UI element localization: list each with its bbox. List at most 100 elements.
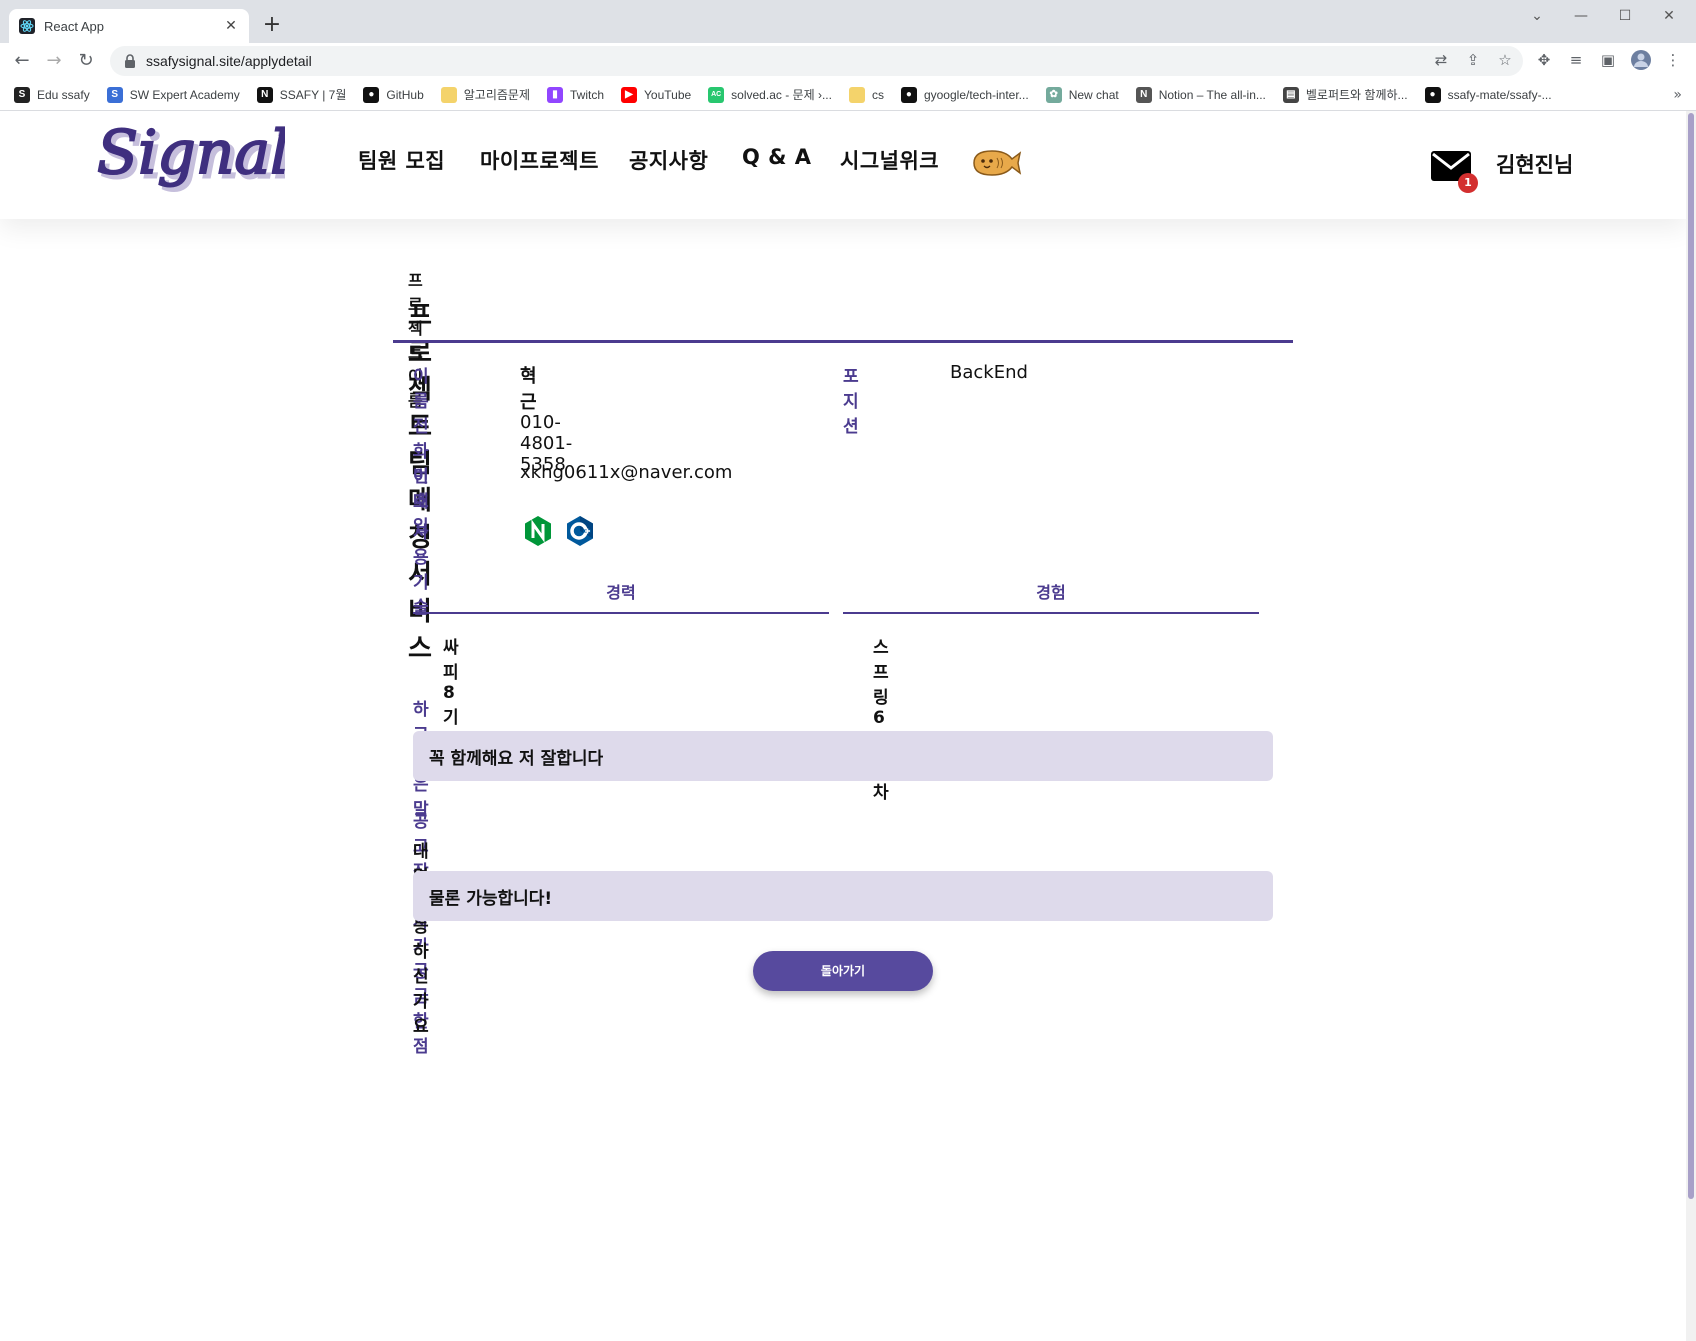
bookmark-label: New chat [1068, 87, 1119, 102]
nav-signal-week[interactable]: 시그널위크 [840, 145, 939, 175]
mail-count-badge: 1 [1458, 173, 1478, 193]
scrollbar-thumb[interactable] [1688, 113, 1694, 1199]
tab-strip: React App ✕ + ⌄ — ☐ ✕ [0, 0, 1696, 43]
bookmark-item[interactable]: ▤ 벨로퍼트와 함께하... [1282, 86, 1408, 103]
share-icon[interactable]: ⇪ [1462, 49, 1484, 71]
tab-search-icon[interactable]: ⌄ [1517, 4, 1557, 28]
page-scrollbar[interactable] [1686, 111, 1696, 1341]
browser-chrome: React App ✕ + ⌄ — ☐ ✕ ← → ↻ ssafysignal.… [0, 0, 1696, 111]
skills-label: 사용기술 [413, 523, 429, 618]
bookmark-item[interactable]: N Notion – The all-in... [1135, 86, 1266, 103]
close-tab-icon[interactable]: ✕ [223, 18, 239, 34]
bookmark-label: SSAFY | 7월 [279, 88, 347, 102]
bookmark-item[interactable]: cs [848, 86, 884, 103]
career-item: 싸피 8기 [443, 638, 459, 728]
folder-icon [848, 86, 865, 103]
youtube-icon: ▶ [621, 86, 638, 103]
bookmark-label: Notion – The all-in... [1158, 87, 1266, 102]
bookmark-label: cs [871, 87, 884, 102]
chatgpt-icon: ✿ [1045, 86, 1062, 103]
twitch-icon: ▮ [547, 86, 563, 103]
back-arrow-icon[interactable]: ← [10, 49, 34, 73]
edu-ssafy-icon: S [14, 86, 30, 103]
minimize-button[interactable]: — [1561, 4, 1601, 28]
bookmark-item[interactable]: ● gyoogle/tech-inter... [900, 86, 1029, 103]
bookmarks-bar: S Edu ssafy S SW Expert Academy N SSAFY | 7월 ●… [0, 79, 1696, 111]
bookmark-label: GitHub [386, 87, 424, 102]
bookmark-label: solved.ac - 문제 ›... [731, 88, 832, 102]
bookmark-item[interactable]: ▮ Twitch [547, 86, 605, 103]
swea-icon: S [106, 86, 123, 103]
translate-icon[interactable]: ⇄ [1430, 49, 1452, 71]
github-icon: ● [1424, 86, 1441, 103]
github-icon: ● [363, 86, 380, 103]
title-divider [393, 340, 1293, 343]
question-text: 대면 가능하신가요 [413, 842, 429, 1037]
nav-notice[interactable]: 공지사항 [629, 145, 708, 175]
experience-header: 경험 [1036, 583, 1066, 602]
bookmark-item[interactable]: 알고리즘문제 [440, 86, 530, 103]
name-label: 이름 [413, 367, 429, 412]
bookmark-item[interactable]: ✿ New chat [1045, 86, 1119, 103]
answer-text: 물론 가능합니다! [429, 888, 553, 909]
name-value: 혁근 [520, 366, 537, 413]
bookmark-item[interactable]: S Edu ssafy [14, 86, 90, 103]
career-header: 경력 [606, 583, 636, 602]
message-text: 꼭 함께해요 저 잘합니다 [429, 748, 604, 769]
forward-arrow-icon[interactable]: → [42, 49, 66, 73]
profile-avatar[interactable] [1630, 49, 1652, 71]
lock-icon [125, 54, 135, 68]
svg-text:Signal: Signal [97, 118, 285, 188]
nav-my-project[interactable]: 마이프로젝트 [480, 145, 599, 175]
solvedac-icon: AC [708, 86, 725, 103]
side-panel-icon[interactable]: ▣ [1597, 49, 1619, 71]
back-button[interactable]: 돌아가기 [753, 951, 933, 991]
position-label: 포지션 [843, 367, 859, 437]
bookmark-label: gyoogle/tech-inter... [923, 87, 1029, 102]
nav-qna[interactable]: Q & A [742, 145, 812, 169]
fish-bread-icon[interactable] [970, 147, 1022, 179]
bookmark-label: ssafy-mate/ssafy-... [1447, 87, 1552, 102]
message-box: 꼭 함께해요 저 잘합니다 [413, 731, 1273, 781]
new-tab-button[interactable]: + [260, 13, 284, 37]
nginx-icon [525, 516, 551, 546]
close-window-button[interactable]: ✕ [1649, 4, 1689, 28]
username[interactable]: 김현진님 [1496, 149, 1573, 179]
page-viewport: Signal Signal 팀원 모집 마이프로젝트 공지사항 Q & A 시그… [0, 111, 1686, 1341]
experience-underline [843, 612, 1259, 614]
browser-menu-icon[interactable]: ⋮ [1662, 49, 1684, 71]
reload-icon[interactable]: ↻ [74, 49, 98, 73]
browser-toolbar: ← → ↻ ssafysignal.site/applydetail ⇄ ⇪ ☆… [0, 43, 1696, 79]
bookmark-item[interactable]: S SW Expert Academy [106, 86, 240, 103]
bookmark-label: Edu ssafy [37, 87, 90, 102]
bookmark-item[interactable]: AC solved.ac - 문제 ›... [708, 86, 832, 103]
bookmark-label: 벨로퍼트와 함께하... [1305, 88, 1408, 102]
notion-icon: N [1135, 86, 1152, 103]
maximize-button[interactable]: ☐ [1605, 4, 1645, 28]
bookmark-item[interactable]: N SSAFY | 7월 [256, 86, 347, 103]
email-value: xkhg0611x@naver.com [520, 462, 733, 483]
bookmark-item[interactable]: ● GitHub [363, 86, 424, 103]
bookmark-item[interactable]: ● ssafy-mate/ssafy-... [1424, 86, 1552, 103]
bookmark-label: Twitch [570, 87, 605, 102]
browser-tab[interactable]: React App ✕ [9, 9, 249, 43]
bookmark-label: YouTube [644, 87, 692, 102]
answer-box: 물론 가능합니다! [413, 871, 1273, 921]
extensions-icon[interactable]: ✥ [1533, 49, 1555, 71]
cplusplus-icon [567, 516, 593, 546]
nav-team-recruit[interactable]: 팀원 모집 [358, 145, 445, 175]
tab-title: React App [44, 18, 104, 34]
bookmark-item[interactable]: ▶ YouTube [621, 86, 692, 103]
site-header: Signal Signal 팀원 모집 마이프로젝트 공지사항 Q & A 시그… [0, 111, 1686, 219]
reading-list-icon[interactable]: ≡ [1565, 49, 1587, 71]
book-icon: ▤ [1282, 86, 1299, 103]
career-underline [413, 612, 829, 614]
github-icon: ● [900, 86, 917, 103]
bookmark-label: 알고리즘문제 [463, 88, 530, 102]
bookmark-star-icon[interactable]: ☆ [1494, 49, 1516, 71]
folder-icon [440, 86, 457, 103]
more-bookmarks-icon[interactable]: » [1673, 87, 1682, 103]
url-text: ssafysignal.site/applydetail [146, 53, 312, 69]
address-bar[interactable]: ssafysignal.site/applydetail [110, 46, 1523, 76]
signal-logo[interactable]: Signal Signal [95, 115, 285, 215]
